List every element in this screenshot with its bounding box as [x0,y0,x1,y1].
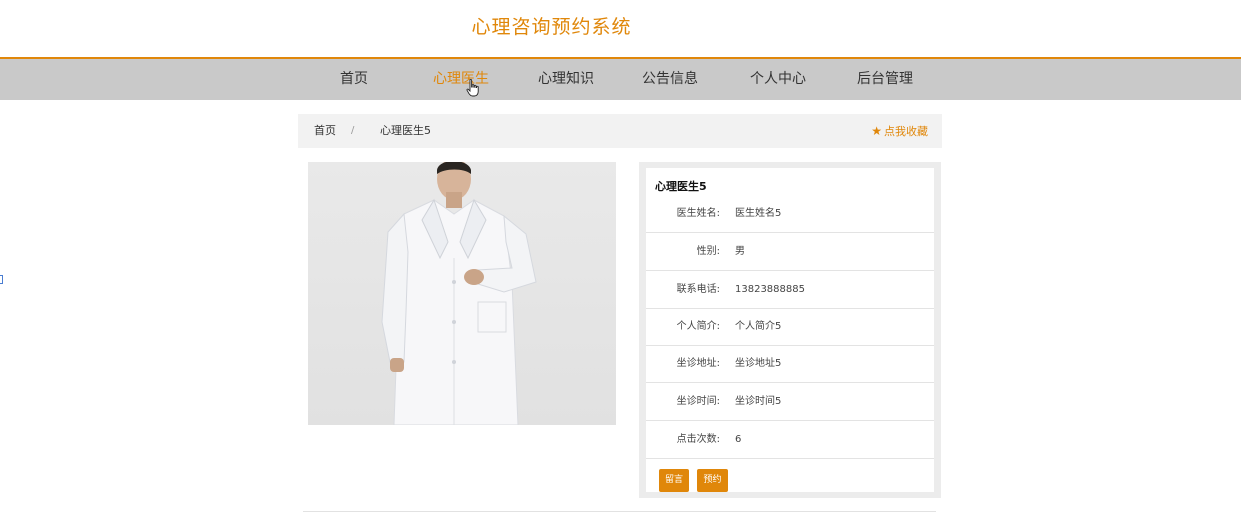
info-label: 医生姓名: [676,208,720,219]
edge-marker [0,275,3,284]
divider [303,511,936,512]
nav-item-home[interactable]: 首页 [336,59,372,100]
info-value: 男 [735,246,745,257]
info-label: 性别: [696,246,720,257]
doctor-title: 心理医生5 [655,180,707,193]
doctor-info-panel: 心理医生5 医生姓名: 医生姓名5 性别: 男 联系电话: 1382388888… [639,162,941,498]
breadcrumb-home[interactable]: 首页 [314,114,336,148]
info-row-hours: 坐诊时间: 坐诊时间5 [646,383,934,421]
info-value: 13823888885 [735,284,805,295]
main-navbar: 首页 心理医生 心理知识 公告信息 个人中心 后台管理 [0,57,1241,100]
info-label: 坐诊地址: [676,358,720,369]
info-value: 个人简介5 [735,321,782,332]
favorite-label: 点我收藏 [884,125,928,138]
site-title: 心理咨询预约系统 [471,16,632,38]
info-row-intro: 个人简介: 个人简介5 [646,308,934,346]
nav-item-announcements[interactable]: 公告信息 [642,59,698,100]
breadcrumb-current: 心理医生5 [380,124,431,137]
info-value: 6 [735,434,742,445]
hand-cursor-icon [466,79,479,97]
info-value: 坐诊地址5 [735,358,782,369]
message-button[interactable]: 留言 [659,469,689,492]
info-row-clicks: 点击次数: 6 [646,421,934,459]
breadcrumb-separator: / [351,125,355,136]
nav-item-knowledge[interactable]: 心理知识 [538,59,594,100]
nav-item-doctors[interactable]: 心理医生 [433,59,489,100]
breadcrumb: 首页 / 心理医生5 ★ 点我收藏 [298,114,942,148]
doctor-photo [308,162,616,425]
star-icon: ★ [871,124,882,138]
nav-item-personal-center[interactable]: 个人中心 [750,59,806,100]
info-row-phone: 联系电话: 13823888885 [646,271,934,309]
info-label: 坐诊时间: [676,396,720,407]
doctor-info-card: 心理医生5 医生姓名: 医生姓名5 性别: 男 联系电话: 1382388888… [646,168,934,492]
favorite-link[interactable]: ★ 点我收藏 [871,114,928,149]
doctor-photo-illustration [381,162,537,425]
info-row-gender: 性别: 男 [646,233,934,271]
info-label: 点击次数: [676,434,720,445]
nav-item-admin[interactable]: 后台管理 [857,59,913,100]
info-label: 联系电话: [676,284,720,295]
info-label: 个人简介: [676,321,720,332]
book-button[interactable]: 预约 [697,469,728,492]
info-value: 坐诊时间5 [735,396,782,407]
info-row-address: 坐诊地址: 坐诊地址5 [646,345,934,383]
info-value: 医生姓名5 [735,208,782,219]
info-row-name: 医生姓名: 医生姓名5 [646,195,934,233]
